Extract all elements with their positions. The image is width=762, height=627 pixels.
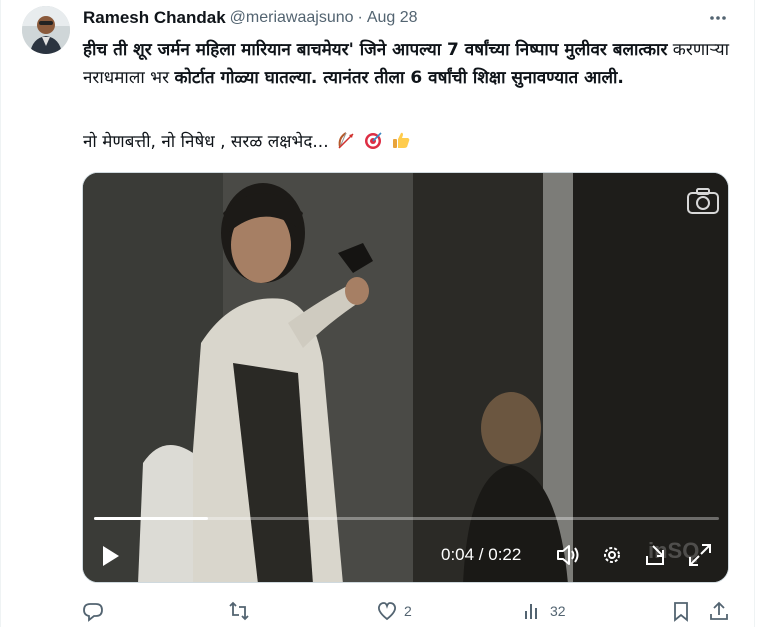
settings-button[interactable] xyxy=(599,542,625,568)
views-count: 32 xyxy=(550,603,566,619)
tweet-text-bold-2: कोर्टात गोळ्या घातल्या. त्यानंतर तीला 6 … xyxy=(174,68,624,88)
bookmark-button[interactable] xyxy=(670,598,692,624)
picture-in-picture-button[interactable] xyxy=(643,542,669,568)
timeline-right-border xyxy=(754,0,755,627)
tweet-subtext-line: नो मेणबत्ती, नो निषेध , सरळ लक्षभेद... xyxy=(83,128,411,156)
gear-icon xyxy=(604,547,620,563)
camera-icon xyxy=(687,188,719,214)
views-button[interactable]: 32 xyxy=(522,598,566,624)
fullscreen-button[interactable] xyxy=(687,542,713,568)
video-progress-fill xyxy=(94,517,208,520)
like-button[interactable]: 2 xyxy=(376,598,412,624)
fullscreen-icon xyxy=(689,544,711,566)
pip-icon xyxy=(646,545,664,565)
more-options-button[interactable] xyxy=(706,6,730,30)
tweet-subtext: नो मेणबत्ती, नो निषेध , सरळ लक्षभेद... xyxy=(83,132,329,152)
share-button[interactable] xyxy=(708,598,730,624)
bookmark-icon xyxy=(674,602,688,622)
tweet-text-bold-1: हीच ती शूर जर्मन महिला मारियान बाचमेयर' … xyxy=(83,40,668,60)
direct-hit-emoji xyxy=(365,132,382,149)
reply-button[interactable] xyxy=(82,598,110,624)
video-progress-bar[interactable] xyxy=(94,517,719,520)
heart-icon xyxy=(378,602,396,621)
bow-and-arrow-emoji xyxy=(338,132,354,149)
volume-button[interactable] xyxy=(555,542,581,568)
retweet-icon xyxy=(229,601,249,621)
like-count: 2 xyxy=(404,603,412,619)
tweet-actions: 2 32 xyxy=(82,598,732,624)
timeline-left-border xyxy=(0,0,1,627)
reply-icon xyxy=(83,603,103,622)
play-button[interactable] xyxy=(97,543,123,569)
share-icon xyxy=(710,601,728,620)
more-dots-icon xyxy=(710,16,726,20)
thumbs-up-emoji xyxy=(392,132,410,148)
retweet-button[interactable] xyxy=(228,598,256,624)
author-handle[interactable]: @meriawaajsuno xyxy=(230,9,354,27)
tweet-date[interactable]: Aug 28 xyxy=(367,9,418,27)
avatar[interactable] xyxy=(22,6,70,54)
author-name[interactable]: Ramesh Chandak xyxy=(83,8,226,28)
separator-dot: · xyxy=(357,9,363,26)
video-time: 0:04 / 0:22 xyxy=(441,545,522,564)
views-icon xyxy=(525,604,537,619)
tweet-header: Ramesh Chandak @meriawaajsuno · Aug 28 xyxy=(83,7,418,29)
play-icon xyxy=(103,546,119,566)
video-frame xyxy=(83,173,728,582)
tweet-text: हीच ती शूर जर्मन महिला मारियान बाचमेयर' … xyxy=(83,36,733,92)
speaker-icon xyxy=(557,545,579,565)
video-player[interactable]: inSQ 0:04 / 0:22 xyxy=(82,172,729,583)
